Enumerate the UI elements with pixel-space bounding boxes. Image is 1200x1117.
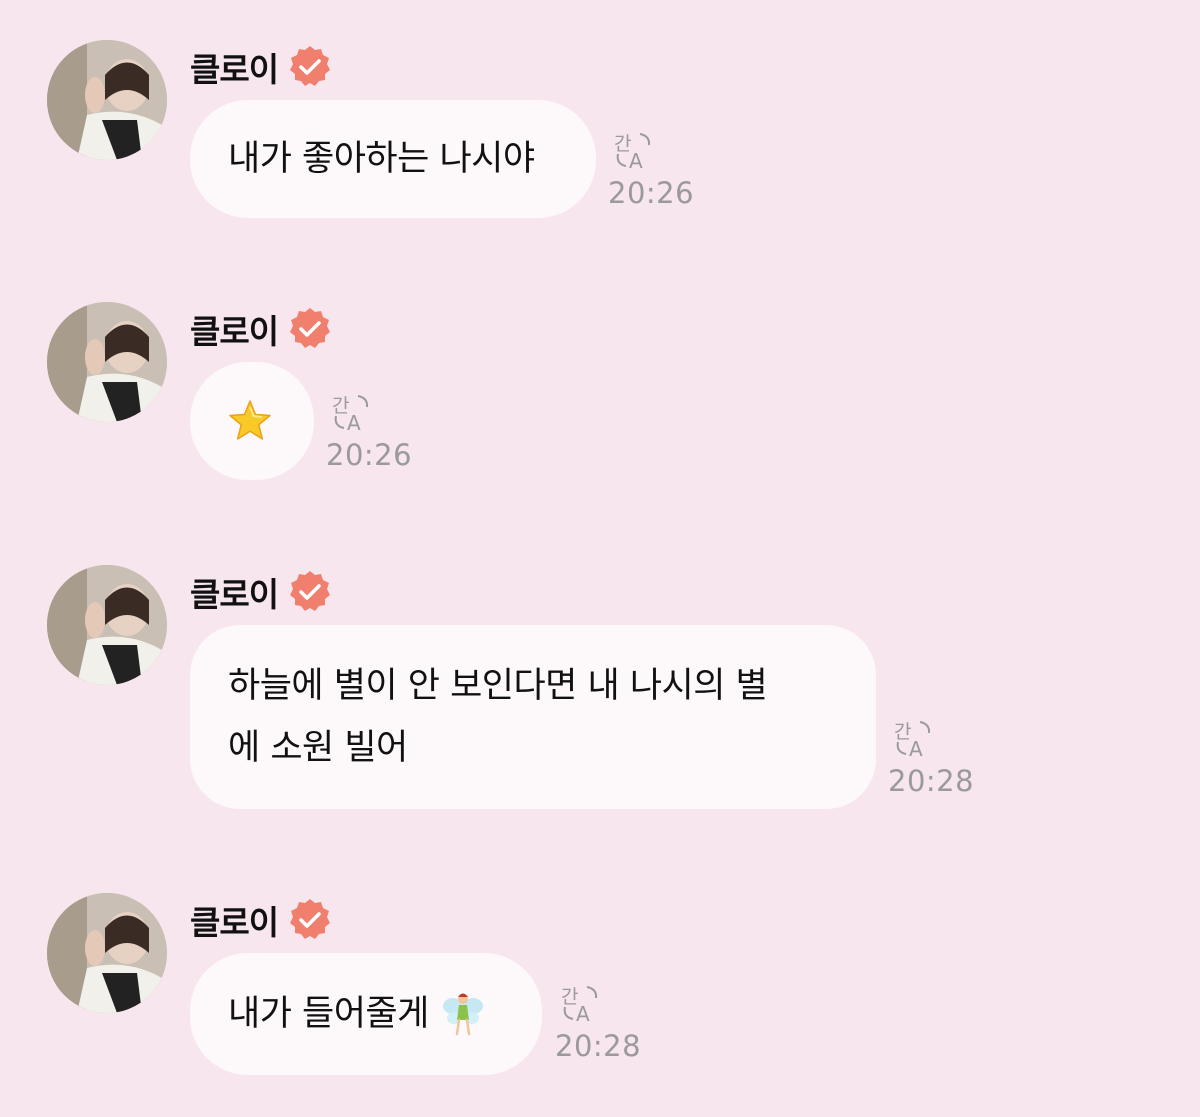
message-time: 20:28 [555,1029,642,1063]
sender-row: 클로이 [190,567,334,617]
message-meta: 간 A 20:26 [326,392,412,472]
message-text: 내가 좋아하는 나시야 [228,139,535,179]
translate-icon[interactable]: 간 A [892,718,934,760]
message-text: 내가 들어줄게 [228,994,429,1034]
message-time: 20:26 [608,176,695,210]
sender-name: 클로이 [190,50,279,89]
verified-badge-icon [290,571,331,611]
message-bubble[interactable] [190,362,314,480]
translate-icon[interactable]: 간 A [612,130,654,172]
sender-name: 클로이 [190,575,279,614]
avatar[interactable] [47,565,167,685]
sender-row: 클로이 [190,304,334,354]
message-time: 20:26 [326,438,413,472]
message-meta: 간 A 20:28 [888,718,974,798]
verified-badge-icon [290,46,331,86]
svg-text:A: A [629,149,643,172]
avatar[interactable] [47,893,167,1013]
message-time: 20:28 [888,764,975,798]
svg-text:A: A [576,1002,590,1025]
message-bubble[interactable]: 내가 좋아하는 나시야 [190,100,596,218]
fairy-emoji-icon [442,993,483,1036]
sender-name: 클로이 [190,903,279,942]
translate-icon[interactable]: 간 A [559,983,601,1025]
message-bubble[interactable]: 하늘에 별이 안 보인다면 내 나시의 별 에 소원 빌어 [190,625,876,809]
avatar[interactable] [47,40,167,160]
verified-badge-icon [290,308,331,348]
message-meta: 간 A 20:28 [555,983,641,1063]
verified-badge-icon [290,899,331,939]
svg-text:A: A [347,411,361,434]
message-text-line: 하늘에 별이 안 보인다면 내 나시의 별 [228,666,768,706]
message-meta: 간 A 20:26 [608,130,694,210]
message-bubble[interactable]: 내가 들어줄게 [190,953,542,1075]
message-text-line: 에 소원 빌어 [228,728,408,768]
sender-row: 클로이 [190,42,334,92]
sender-name: 클로이 [190,312,279,351]
avatar[interactable] [47,302,167,422]
sender-row: 클로이 [190,895,334,945]
svg-text:A: A [909,737,923,760]
translate-icon[interactable]: 간 A [330,392,372,434]
star-emoji-icon [229,400,271,440]
